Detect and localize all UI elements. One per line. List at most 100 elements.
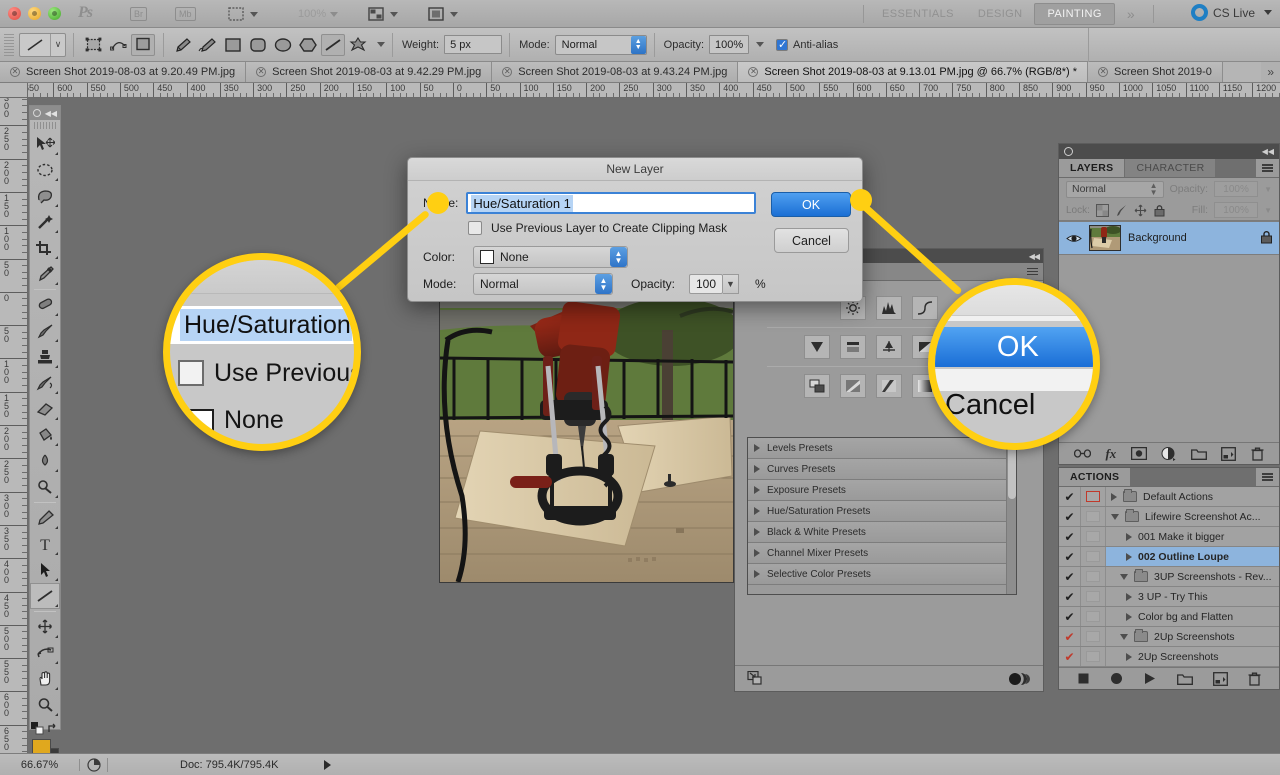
layer-color-select[interactable]: None ▲ ▼ [473,246,628,268]
action-dialog-toggle[interactable] [1081,587,1106,606]
tool-paint-bucket[interactable] [30,422,60,448]
action-enabled-checkbox[interactable]: ✔ [1059,527,1081,546]
workspace-essentials[interactable]: ESSENTIALS [870,4,966,24]
layer-visibility-toggle[interactable] [1065,230,1082,247]
channel-mixer-button[interactable] [804,374,830,398]
hue-saturation-button[interactable] [876,335,902,359]
pen-tool-button[interactable] [171,34,195,56]
action-label-wrap[interactable]: 002 Outline Loupe [1106,547,1279,566]
action-enabled-checkbox[interactable]: ✔ [1059,507,1081,526]
tool-blur[interactable] [30,448,60,474]
expand-arrow-icon[interactable] [1111,492,1117,501]
action-row[interactable]: ✔ Lifewire Screenshot Ac... [1059,507,1279,527]
arrange-documents-button[interactable] [368,5,398,23]
presets-scrollbar[interactable] [1006,438,1016,594]
action-row[interactable]: ✔ Color bg and Flatten [1059,607,1279,627]
new-set-icon[interactable] [1176,672,1193,685]
stop-icon[interactable] [1077,672,1090,685]
cs-live-button[interactable]: CS Live [1190,4,1272,21]
tool-preset-picker[interactable]: ∨ [19,32,66,57]
action-label-wrap[interactable]: Color bg and Flatten [1106,607,1279,626]
adjustment-presets-list[interactable]: Levels Presets Curves Presets Exposure P… [747,437,1017,595]
tool-hand[interactable] [30,666,60,692]
layer-style-icon[interactable]: fx [1105,446,1116,462]
delete-icon[interactable] [1248,672,1261,686]
status-zoom-level[interactable]: 66.67% [0,758,80,771]
document-tab-active[interactable]: ✕ Screen Shot 2019-08-03 at 9.13.01 PM.j… [738,62,1089,82]
layer-mask-icon[interactable] [1130,447,1147,460]
action-label-wrap[interactable]: 3 UP - Try This [1106,587,1279,606]
tool-preset-caret[interactable]: ∨ [51,39,65,50]
tool-magic-wand[interactable] [30,209,60,235]
tool-type[interactable]: T [30,531,60,557]
expand-arrow-icon[interactable] [754,486,760,494]
dialog-opacity-input[interactable]: 100 [689,274,724,294]
custom-shape-caret[interactable] [373,39,385,51]
rectangle-tool-button[interactable] [221,34,245,56]
weight-input[interactable]: 5 px [444,35,503,54]
collapse-arrow-icon[interactable] [1120,573,1128,580]
tool-history-brush[interactable] [30,370,60,396]
tools-panel-drag-handle[interactable] [34,122,56,129]
expand-arrow-icon[interactable] [754,507,760,515]
tools-panel-header[interactable]: ◀◀ [30,106,60,120]
tool-zoom[interactable] [30,692,60,718]
tab-layers[interactable]: LAYERS [1059,159,1126,177]
layer-row-background[interactable]: Background [1059,221,1279,255]
tool-lasso[interactable] [30,183,60,209]
preset-row[interactable]: Black & White Presets [748,522,1016,543]
collapse-tools-icon[interactable]: ◀◀ [45,109,57,118]
default-colors-icon[interactable] [31,721,44,735]
action-enabled-checkbox[interactable]: ✔ [1059,487,1081,506]
expand-arrow-icon[interactable] [1126,552,1132,561]
opacity-caret-icon[interactable]: ▼ [1264,185,1272,194]
panel-menu-icon[interactable] [1027,267,1038,276]
tool-3d-move[interactable] [30,614,60,640]
tool-pen[interactable] [30,505,60,531]
expand-arrow-icon[interactable] [1126,652,1132,661]
action-enabled-checkbox[interactable]: ✔ [1059,627,1081,646]
collapse-panel-icon[interactable]: ◀◀ [1029,252,1040,261]
expand-arrow-icon[interactable] [754,570,760,578]
freeform-pen-tool-button[interactable] [196,34,220,56]
blend-mode-stepper[interactable]: ▲ ▼ [630,35,646,54]
tool-path-selection[interactable] [30,557,60,583]
invert-button[interactable] [840,374,866,398]
expand-arrow-icon[interactable] [754,549,760,557]
close-tab-icon[interactable]: ✕ [10,67,20,77]
expand-arrow-icon[interactable] [754,528,760,536]
action-dialog-toggle[interactable] [1081,647,1106,666]
action-label-wrap[interactable]: 2Up Screenshots [1106,627,1279,646]
expand-arrow-icon[interactable] [1126,612,1132,621]
color-stepper-icon[interactable]: ▲ ▼ [610,247,627,267]
action-dialog-toggle[interactable] [1081,547,1106,566]
preset-row[interactable]: Selective Color Presets [748,564,1016,585]
delete-layer-icon[interactable] [1251,447,1264,461]
tool-eraser[interactable] [30,396,60,422]
close-tab-icon[interactable]: ✕ [1098,67,1109,77]
preset-row[interactable]: Hue/Saturation Presets [748,501,1016,522]
action-label-wrap[interactable]: 001 Make it bigger [1106,527,1279,546]
action-row-selected[interactable]: ✔ 002 Outline Loupe [1059,547,1279,567]
tool-crop[interactable] [30,235,60,261]
action-label-wrap[interactable]: Lifewire Screenshot Ac... [1106,507,1279,526]
document-tab[interactable]: ✕ Screen Shot 2019-08-03 at 9.42.29 PM.j… [246,62,493,82]
close-tab-icon[interactable]: ✕ [748,67,759,77]
preset-row[interactable]: Exposure Presets [748,480,1016,501]
status-doc-icon[interactable] [80,757,108,772]
paths-button[interactable] [106,34,130,56]
tool-3d-orbit[interactable] [30,640,60,666]
screen-mode-button[interactable] [428,5,458,23]
lock-image-icon[interactable] [1115,204,1128,217]
new-action-icon[interactable] [1212,671,1228,686]
lock-all-icon[interactable] [1153,204,1166,217]
tool-brush[interactable] [30,318,60,344]
mode-stepper-icon[interactable]: ▲ ▼ [595,274,612,294]
view-extras-button[interactable] [228,5,258,23]
return-to-adjustment-list-icon[interactable] [747,671,764,686]
posterize-button[interactable] [876,374,902,398]
zoom-level-dropdown[interactable]: 100% [298,5,339,23]
swap-colors-icon[interactable] [46,722,59,735]
line-tool-button[interactable] [321,33,345,56]
layers-dock-titlebar[interactable]: ◀◀ [1059,144,1279,159]
